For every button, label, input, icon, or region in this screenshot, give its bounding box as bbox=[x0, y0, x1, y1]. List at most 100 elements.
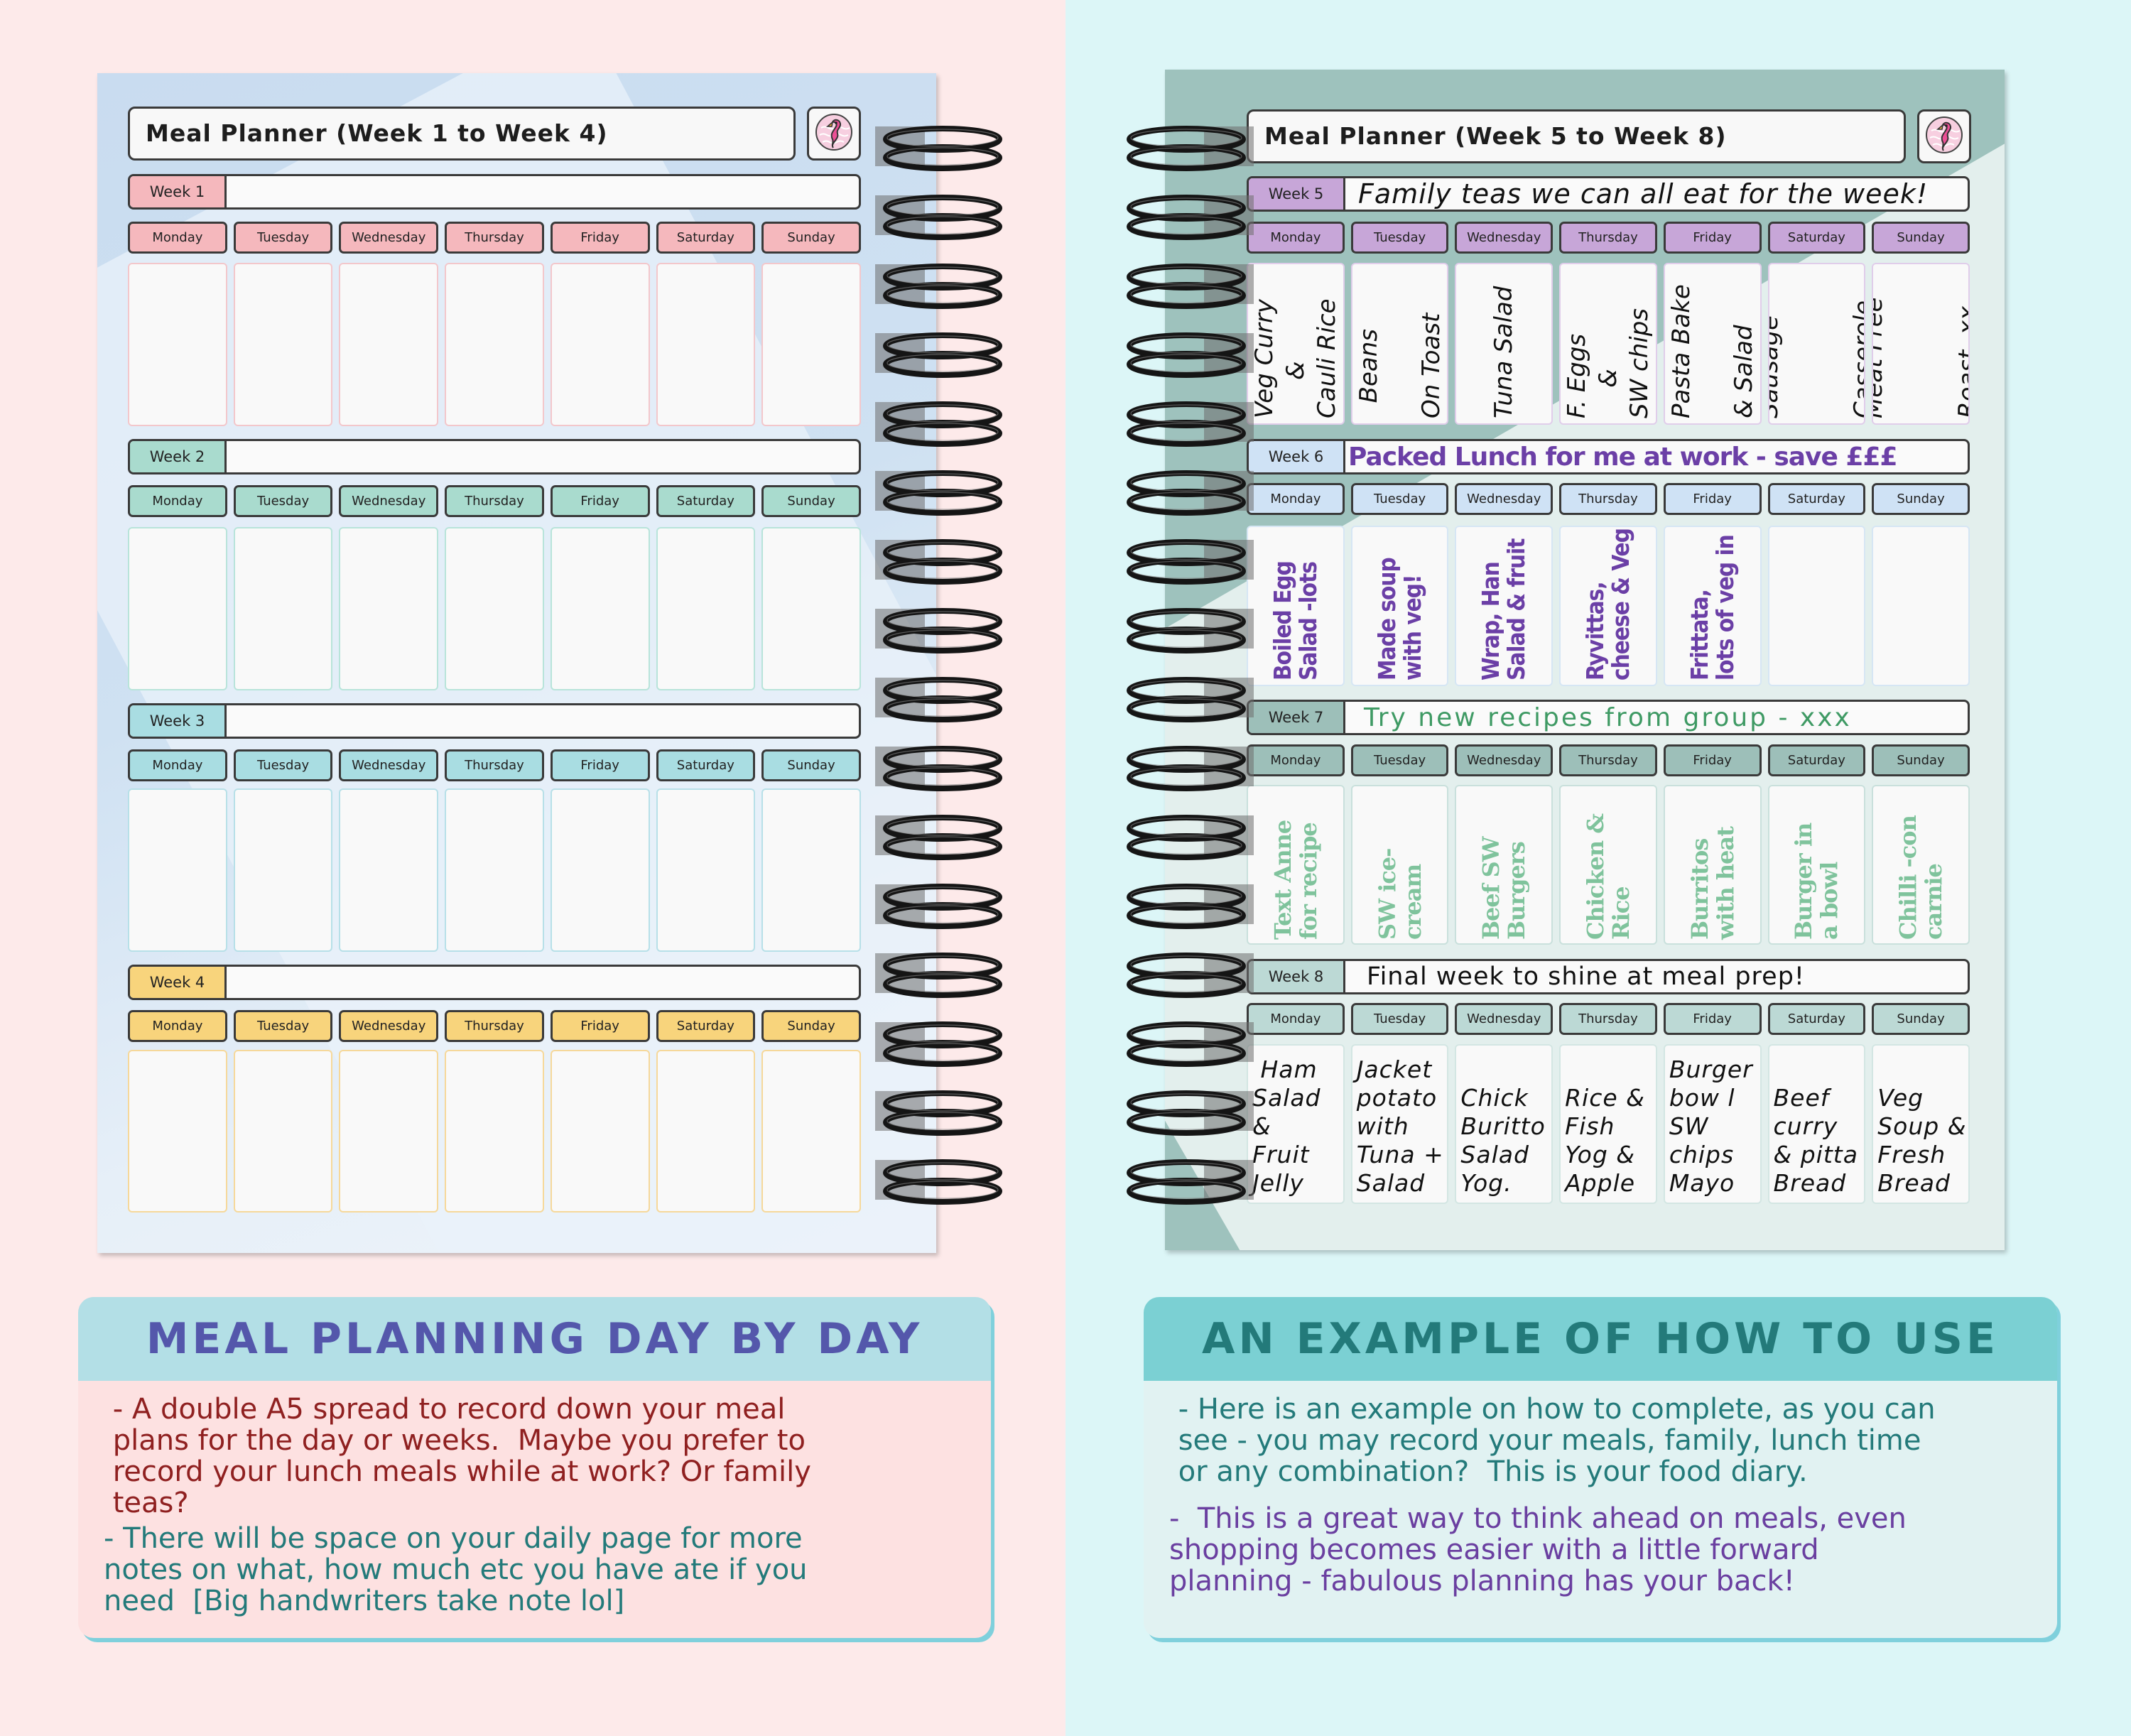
meal-entry-cell[interactable]: Burritos with heat bbox=[1663, 785, 1762, 945]
meal-entry-cell[interactable] bbox=[1767, 526, 1866, 686]
meal-entry-cell[interactable]: Veg Soup & Fresh Bread bbox=[1872, 1044, 1970, 1204]
day-label-friday: Friday bbox=[1663, 1003, 1762, 1035]
week-label: Week 8 bbox=[1249, 961, 1345, 992]
meal-entry-cell[interactable]: Veg Curry & Cauli Rice bbox=[1247, 263, 1345, 425]
day-label-tuesday: Tuesday bbox=[233, 485, 333, 517]
meal-entry-cell[interactable] bbox=[445, 1050, 544, 1213]
day-label-thursday: Thursday bbox=[445, 749, 544, 781]
meal-entry-cell[interactable]: Text Anne for recipe bbox=[1247, 785, 1345, 945]
meal-entry-cell[interactable] bbox=[761, 527, 861, 690]
day-label-monday: Monday bbox=[128, 749, 227, 781]
meal-entry-cell[interactable] bbox=[445, 527, 544, 690]
meal-entry-text: Jacket potato with Tuna + Salad bbox=[1356, 1056, 1444, 1197]
meal-entry-cell[interactable] bbox=[339, 263, 439, 426]
meal-entry-cell[interactable]: Pasta Bake & Salad bbox=[1663, 263, 1762, 425]
spiral-coil bbox=[875, 1154, 1003, 1215]
day-label-friday: Friday bbox=[1663, 483, 1762, 515]
week-note-field[interactable]: Packed Lunch for me at work - save £££ bbox=[1345, 441, 1968, 472]
spiral-coil bbox=[1126, 259, 1254, 320]
spiral-coil bbox=[875, 534, 1003, 595]
day-label-thursday: Thursday bbox=[1559, 1003, 1657, 1035]
spiral-coil bbox=[1126, 1154, 1254, 1215]
meal-entry-cell[interactable]: SW ice- cream bbox=[1350, 785, 1449, 945]
meal-entry-cell[interactable] bbox=[128, 263, 227, 426]
caption-paragraph: - Here is an example on how to complete,… bbox=[1178, 1393, 1936, 1488]
meal-entry-cell[interactable]: Frittata, lots of veg in bbox=[1663, 526, 1762, 686]
week-note-field[interactable] bbox=[227, 705, 859, 737]
meal-entry-cell[interactable]: Ham Salad & Fruit Jelly bbox=[1247, 1044, 1345, 1204]
day-label-wednesday: Wednesday bbox=[1455, 744, 1553, 776]
week-header: Week 4 bbox=[128, 965, 861, 1000]
meal-entry-cell[interactable] bbox=[128, 788, 227, 952]
meal-entry-cell[interactable] bbox=[656, 788, 756, 952]
week-note-field[interactable]: Final week to shine at meal prep! bbox=[1345, 961, 1968, 992]
caption-body: - A double A5 spread to record down your… bbox=[78, 1381, 991, 1634]
day-header-row: Monday Tuesday Wednesday Thursday Friday Satu… bbox=[128, 1010, 861, 1042]
day-label-saturday: Saturday bbox=[656, 485, 756, 517]
meal-entry-cell[interactable]: F. Eggs & SW chips bbox=[1559, 263, 1657, 425]
meal-entry-cell[interactable] bbox=[128, 1050, 227, 1213]
meal-entry-cell[interactable] bbox=[1872, 526, 1970, 686]
day-header-row: Monday Tuesday Wednesday Thursday Friday Satu… bbox=[1247, 744, 1970, 776]
spiral-coil bbox=[1126, 672, 1254, 733]
meal-entry-cell[interactable]: Ryvittas, cheese & Veg bbox=[1559, 526, 1657, 686]
meal-entry-text: Burger in a bowl bbox=[1790, 823, 1843, 940]
meal-entry-cell[interactable]: Beans On Toast bbox=[1350, 263, 1449, 425]
meal-entry-cell[interactable] bbox=[445, 788, 544, 952]
meal-entry-cell[interactable]: Chicken & Rice bbox=[1559, 785, 1657, 945]
week-header: Week 7 Try new recipes from group - xxx bbox=[1247, 700, 1970, 735]
spiral-coil bbox=[875, 1085, 1003, 1146]
meal-entry-cell[interactable] bbox=[550, 263, 650, 426]
meal-entry-cell[interactable]: Boiled Egg Salad -lots bbox=[1247, 526, 1345, 686]
meal-entry-cell[interactable] bbox=[550, 1050, 650, 1213]
meal-entry-cell[interactable] bbox=[656, 1050, 756, 1213]
meal-entry-cell[interactable]: Jacket potato with Tuna + Salad bbox=[1350, 1044, 1449, 1204]
day-label-sunday: Sunday bbox=[1872, 222, 1970, 254]
meal-entry-cell[interactable] bbox=[761, 263, 861, 426]
day-label-saturday: Saturday bbox=[1767, 744, 1866, 776]
day-label-wednesday: Wednesday bbox=[339, 222, 439, 254]
week-note-field[interactable] bbox=[227, 967, 859, 998]
meal-entry-cell[interactable] bbox=[233, 527, 333, 690]
meal-entry-cell[interactable] bbox=[339, 1050, 439, 1213]
meal-entry-cell[interactable]: Sausage Casserole bbox=[1767, 263, 1866, 425]
meal-entry-cell[interactable]: Wrap, Han Salad & fruit bbox=[1455, 526, 1553, 686]
meal-entry-cell[interactable] bbox=[656, 263, 756, 426]
meal-entry-cell[interactable] bbox=[339, 788, 439, 952]
caption-meal-planning: MEAL PLANNING DAY BY DAY - A double A5 s… bbox=[78, 1297, 991, 1638]
meal-entry-cell[interactable]: Rice & Fish Yog & Apple bbox=[1559, 1044, 1657, 1204]
meal-entry-cell[interactable]: Meat Free Roast xx bbox=[1872, 263, 1970, 425]
meal-entry-cell[interactable]: Burger bow l SW chips Mayo bbox=[1663, 1044, 1762, 1204]
week-note-field[interactable] bbox=[227, 176, 859, 207]
meal-entry-cell[interactable] bbox=[233, 1050, 333, 1213]
spiral-coil bbox=[1126, 1085, 1254, 1146]
planner-page-weeks-1-4: Meal Planner (Week 1 to Week 4) Week 1 Mon… bbox=[97, 73, 936, 1253]
meal-entry-cell[interactable]: Made soup with veg! bbox=[1350, 526, 1449, 686]
meal-entry-text: Text Anne for recipe bbox=[1269, 820, 1322, 940]
meal-entry-cell[interactable] bbox=[550, 788, 650, 952]
meal-entry-cell[interactable] bbox=[233, 788, 333, 952]
meal-entry-cell[interactable] bbox=[128, 527, 227, 690]
meal-entry-cell[interactable] bbox=[656, 527, 756, 690]
meal-entry-cell[interactable]: Burger in a bowl bbox=[1767, 785, 1866, 945]
meal-entry-cell[interactable]: Chick Buritto Salad Yog. bbox=[1455, 1044, 1553, 1204]
week-note-field[interactable]: Family teas we can all eat for the week! bbox=[1345, 178, 1968, 210]
meal-entry-cell[interactable] bbox=[339, 527, 439, 690]
meal-entry-cell[interactable] bbox=[761, 1050, 861, 1213]
meal-entry-cell[interactable] bbox=[445, 263, 544, 426]
meal-entry-cell[interactable]: Beef SW Burgers bbox=[1455, 785, 1553, 945]
spiral-coil bbox=[875, 465, 1003, 526]
meal-entry-cell[interactable]: Tuna Salad bbox=[1455, 263, 1553, 425]
meal-entry-cell[interactable]: Chilli -con carnie bbox=[1872, 785, 1970, 945]
week-note-field[interactable]: Try new recipes from group - xxx bbox=[1345, 702, 1968, 733]
logo-badge bbox=[807, 107, 861, 161]
meal-entry-cell[interactable] bbox=[550, 527, 650, 690]
day-label-friday: Friday bbox=[1663, 744, 1762, 776]
day-header-row: Monday Tuesday Wednesday Thursday Friday Satu… bbox=[1247, 483, 1970, 515]
meal-entry-cell[interactable] bbox=[233, 263, 333, 426]
meal-entry-text: Beef curry & pitta Bread bbox=[1773, 1084, 1858, 1197]
meal-entry-cell[interactable]: Beef curry & pitta Bread bbox=[1767, 1044, 1866, 1204]
week-label: Week 1 bbox=[130, 176, 227, 207]
meal-entry-cell[interactable] bbox=[761, 788, 861, 952]
week-note-field[interactable] bbox=[227, 441, 859, 472]
